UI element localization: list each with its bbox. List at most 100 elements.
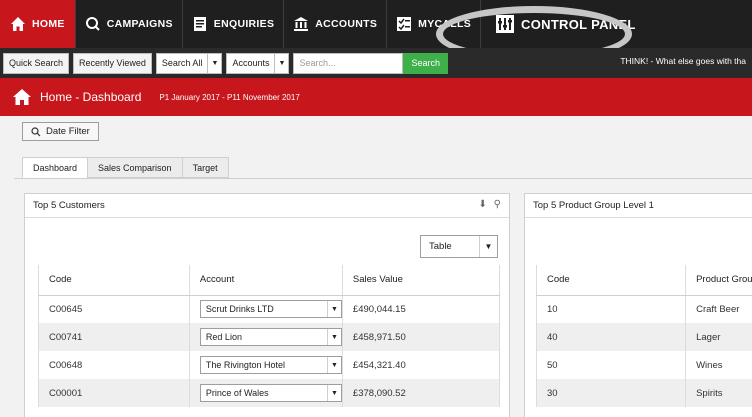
account-select[interactable]: Scrut Drinks LTD ▼ [199, 300, 342, 319]
nav-mycalls-label: MYCALLS [418, 18, 472, 30]
col-header-code[interactable]: Code [38, 265, 190, 296]
tab-target[interactable]: Target [181, 157, 229, 178]
row-code: C00001 [38, 379, 190, 407]
search-icon[interactable]: ⚲ [494, 199, 501, 210]
row-product-group: Lager [685, 323, 752, 351]
chevron-down-icon: ▼ [479, 236, 497, 257]
table-row[interactable]: C00001 Prince of Wales ▼ £378,090.52 [38, 379, 501, 407]
control-panel-icon [496, 15, 515, 33]
row-code: 50 [535, 351, 687, 379]
row-account-cell: Scrut Drinks LTD ▼ [188, 295, 343, 323]
nav-control-panel-label: CONTROL PANEL [521, 16, 636, 32]
row-account-cell: The Rivington Hotel ▼ [188, 351, 343, 379]
nav-enquiries-label: ENQUIRIES [213, 18, 275, 30]
panel-tools: ⬇ ⚲ [479, 199, 502, 210]
tab-sales-comparison[interactable]: Sales Comparison [87, 157, 183, 178]
house-icon [11, 17, 25, 31]
col-header-product-group[interactable]: Product Grou [685, 265, 752, 296]
campaign-icon [85, 17, 100, 31]
pin-icon[interactable]: ⬇ [479, 199, 487, 210]
tab-divider [14, 178, 752, 179]
main-nav: HOME CAMPAIGNS ENQUIRIES ACCOUNTS MYCALL… [0, 0, 752, 48]
search-scope-select[interactable]: Search All ▼ [155, 52, 223, 74]
bank-icon [294, 17, 309, 31]
date-filter-label: Date Filter [46, 126, 90, 137]
top-product-group-table: Code Product Grou 10 Craft Beer 40 Lager… [535, 265, 752, 407]
page-header: Home - Dashboard P1 January 2017 - P11 N… [0, 78, 752, 116]
account-select[interactable]: The Rivington Hotel ▼ [199, 356, 342, 374]
tab-dashboard[interactable]: Dashboard [22, 157, 89, 178]
view-mode-select[interactable]: Table ▼ [420, 235, 498, 258]
row-sales-value: £458,971.50 [341, 323, 501, 351]
panel-title: Top 5 Customers [33, 200, 105, 211]
quick-search-button[interactable]: Quick Search [3, 52, 70, 74]
table-row[interactable]: 40 Lager [535, 323, 752, 351]
table-row[interactable]: 10 Craft Beer [535, 295, 752, 323]
date-filter-button[interactable]: Date Filter [22, 122, 99, 141]
table-header-row: Code Account Sales Value [38, 265, 501, 296]
checklist-icon [397, 17, 412, 31]
account-select[interactable]: Prince of Wales ▼ [199, 384, 342, 402]
row-code: 40 [535, 323, 687, 351]
chevron-down-icon: ▼ [326, 329, 341, 345]
table-row[interactable]: C00648 The Rivington Hotel ▼ £454,321.40 [38, 351, 501, 379]
row-account-cell: Red Lion ▼ [188, 323, 343, 351]
house-icon [13, 89, 31, 105]
nav-campaigns-label: CAMPAIGNS [106, 18, 173, 30]
row-code: C00648 [38, 351, 190, 379]
row-sales-value: £490,044.15 [341, 295, 501, 323]
nav-mycalls[interactable]: MYCALLS [387, 0, 482, 48]
panel-header: Top 5 Customers ⬇ ⚲ [25, 194, 509, 218]
row-code: 30 [535, 379, 687, 407]
tagline-text: THINK! - What else goes with tha [620, 56, 746, 66]
account-select-label: The Rivington Hotel [205, 360, 285, 370]
nav-control-panel[interactable]: CONTROL PANEL [481, 0, 645, 48]
enquiries-icon [193, 17, 206, 31]
table-row[interactable]: C00645 Scrut Drinks LTD ▼ £490,044.15 [38, 295, 501, 323]
col-header-account[interactable]: Account [188, 265, 343, 296]
nav-enquiries[interactable]: ENQUIRIES [183, 0, 285, 48]
panel-title: Top 5 Product Group Level 1 [533, 200, 654, 211]
row-code: C00741 [38, 323, 190, 351]
account-select-label: Red Lion [205, 332, 242, 342]
row-product-group: Craft Beer [685, 295, 752, 323]
search-type-select[interactable]: Accounts ▼ [226, 52, 290, 74]
col-header-sales-value[interactable]: Sales Value [341, 265, 501, 296]
search-button[interactable]: Search [403, 52, 448, 74]
app-window: HOME CAMPAIGNS ENQUIRIES ACCOUNTS MYCALL… [0, 0, 752, 417]
panel-header: Top 5 Product Group Level 1 [525, 194, 752, 218]
account-select-label: Scrut Drinks LTD [205, 304, 274, 315]
row-product-group: Wines [685, 351, 752, 379]
nav-home[interactable]: HOME [0, 0, 76, 48]
search-type-label: Accounts [232, 58, 270, 68]
table-row[interactable]: 50 Wines [535, 351, 752, 379]
recently-viewed-button[interactable]: Recently Viewed [73, 52, 152, 74]
chevron-down-icon: ▼ [207, 53, 221, 73]
row-product-group: Spirits [685, 379, 752, 407]
dashboard-tabs: Dashboard Sales Comparison Target [22, 157, 229, 178]
search-input[interactable]: Search... [293, 52, 404, 74]
search-scope-label: Search All [161, 58, 203, 68]
col-header-code[interactable]: Code [535, 265, 687, 296]
chevron-down-icon: ▼ [274, 53, 288, 73]
nav-home-label: HOME [32, 18, 65, 30]
search-toolbar: Quick Search Recently Viewed Search All … [0, 48, 752, 78]
search-icon [31, 126, 41, 136]
nav-accounts-label: ACCOUNTS [315, 18, 378, 30]
top-customers-table: Code Account Sales Value C00645 Scrut Dr… [38, 265, 501, 407]
nav-accounts[interactable]: ACCOUNTS [284, 0, 388, 48]
chevron-down-icon: ▼ [326, 301, 341, 318]
table-row[interactable]: C00741 Red Lion ▼ £458,971.50 [38, 323, 501, 351]
view-mode-label: Table [429, 241, 452, 252]
account-select-label: Prince of Wales [205, 388, 269, 398]
nav-campaigns[interactable]: CAMPAIGNS [76, 0, 183, 48]
table-header-row: Code Product Grou [535, 265, 752, 296]
table-row[interactable]: 30 Spirits [535, 379, 752, 407]
chevron-down-icon: ▼ [326, 385, 341, 401]
row-code: 10 [535, 295, 687, 323]
period-range: P1 January 2017 - P11 November 2017 [159, 92, 300, 102]
page-title: Home - Dashboard [40, 90, 142, 104]
row-sales-value: £454,321.40 [341, 351, 501, 379]
account-select[interactable]: Red Lion ▼ [199, 328, 342, 346]
chevron-down-icon: ▼ [326, 357, 341, 373]
